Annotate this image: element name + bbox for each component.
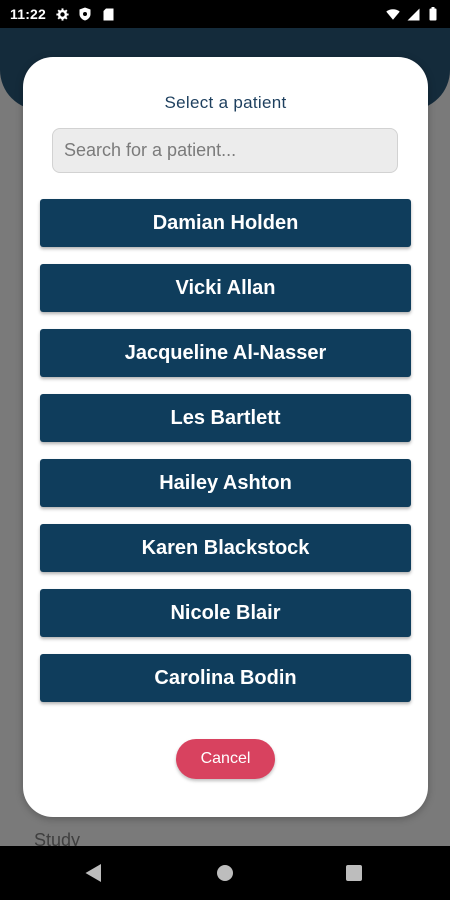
patient-button[interactable]: Jacqueline Al-Nasser: [40, 329, 411, 377]
gear-icon: [55, 7, 69, 21]
patient-button[interactable]: Vicki Allan: [40, 264, 411, 312]
recents-icon[interactable]: [346, 865, 362, 881]
patient-button[interactable]: Carolina Bodin: [40, 654, 411, 702]
patient-button[interactable]: Les Bartlett: [40, 394, 411, 442]
shield-icon: [78, 7, 92, 21]
battery-icon: [426, 7, 440, 21]
signal-icon: [406, 7, 420, 21]
sd-card-icon: [101, 7, 115, 21]
wifi-icon: [386, 7, 400, 21]
cancel-button[interactable]: Cancel: [176, 739, 275, 779]
dialog-title: Select a patient: [164, 93, 287, 112]
home-icon[interactable]: [217, 865, 233, 881]
status-time: 11:22: [10, 6, 47, 22]
navigation-bar: [0, 846, 450, 900]
patient-button[interactable]: Damian Holden: [40, 199, 411, 247]
patient-search-input[interactable]: [52, 128, 398, 173]
back-icon[interactable]: [84, 863, 102, 888]
patient-button[interactable]: Nicole Blair: [40, 589, 411, 637]
screen: 11:22 Study Select a patient Search for …: [0, 0, 450, 900]
select-patient-dialog: Select a patient Damian Holden Vicki All…: [23, 57, 428, 817]
patient-button[interactable]: Hailey Ashton: [40, 459, 411, 507]
patient-button[interactable]: Karen Blackstock: [40, 524, 411, 572]
patient-list: Damian Holden Vicki Allan Jacqueline Al-…: [40, 199, 411, 719]
status-bar: 11:22: [0, 0, 450, 28]
